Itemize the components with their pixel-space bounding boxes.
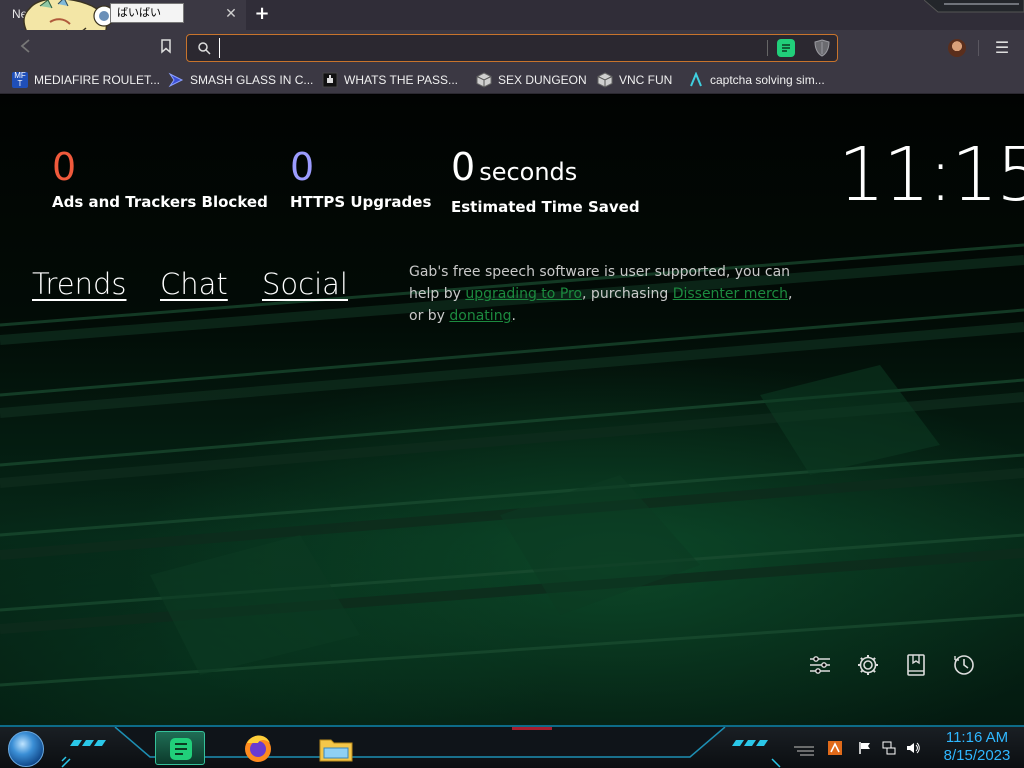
start-button[interactable] (8, 731, 44, 767)
https-upgrades-count: 0 (290, 145, 315, 189)
support-message: Gab's free speech software is user suppo… (409, 261, 809, 327)
menu-hamburger-icon[interactable]: ☰ (994, 39, 1010, 57)
windows-taskbar: 11:16 AM 8/15/2023 (0, 725, 1024, 768)
time-saved-value: 0 seconds (451, 145, 640, 194)
taskbar-date: 8/15/2023 (943, 747, 1011, 764)
history-clock-icon[interactable] (951, 652, 977, 678)
urlbar-divider (767, 40, 768, 56)
new-tab-page: 0 Ads and Trackers Blocked 0 HTTPS Upgra… (0, 95, 1024, 725)
address-bar[interactable] (186, 34, 838, 62)
bookmarks-book-icon[interactable] (903, 652, 929, 678)
bookmark-label: SEX DUNGEON (498, 73, 587, 87)
bookmark-item-captcha[interactable]: captcha solving sim... (688, 70, 825, 90)
chat-link[interactable]: Chat (160, 267, 228, 301)
stat-ads-blocked: 0 Ads and Trackers Blocked (52, 145, 268, 211)
taskbar-clock[interactable]: 11:16 AM 8/15/2023 (934, 729, 1020, 765)
upgrade-pro-link[interactable]: upgrading to Pro (465, 286, 582, 302)
bookmark-label: captcha solving sim... (710, 73, 825, 87)
bookmark-item-whats-the-pass[interactable]: WHATS THE PASS... (322, 70, 458, 90)
donating-link[interactable]: donating (449, 308, 511, 324)
lambda-icon (690, 72, 702, 87)
window-frame-decoration (924, 0, 1024, 13)
folder-icon (319, 739, 353, 762)
taskbar-app-gab-chat[interactable] (155, 731, 205, 765)
gab-chat-icon (170, 738, 192, 760)
https-upgrades-label: HTTPS Upgrades (290, 193, 432, 211)
url-input[interactable] (219, 38, 749, 58)
bookmark-label: WHATS THE PASS... (344, 73, 459, 87)
page-clock: 11:15 (838, 132, 1024, 218)
stat-https-upgrades: 0 HTTPS Upgrades (290, 145, 431, 211)
brave-shield-icon[interactable] (814, 39, 830, 57)
support-text-4: . (511, 308, 516, 324)
bookmark-label: VNC FUN (619, 73, 673, 87)
toolbar-divider (978, 40, 979, 56)
tab-close-icon[interactable]: ✕ (222, 5, 240, 23)
mediafire-icon: MF T (12, 72, 28, 88)
back-arrow-icon[interactable] (16, 38, 36, 58)
customize-sliders-icon[interactable] (807, 652, 833, 678)
smash-glass-icon (168, 72, 184, 88)
tab-hover-tooltip: ばいばい (110, 3, 184, 23)
bookmark-icon[interactable] (156, 38, 176, 58)
time-saved-label: Estimated Time Saved (451, 198, 640, 216)
cube-icon (476, 72, 492, 88)
time-saved-unit: seconds (479, 158, 578, 186)
ads-blocked-count: 0 (52, 145, 77, 189)
bookmark-item-vnc-fun[interactable]: VNC FUN (597, 70, 672, 90)
taskbar-app-file-explorer[interactable] (316, 731, 356, 765)
dissenter-merch-link[interactable]: Dissenter merch (673, 286, 788, 302)
robot-icon (322, 72, 338, 88)
bookmarks-bar: MF T MEDIAFIRE ROULET... SMASH GLASS IN C… (0, 66, 1024, 94)
time-saved-count: 0 (451, 145, 476, 189)
taskbar-time: 11:16 AM (945, 729, 1009, 746)
bookmark-label: MEDIAFIRE ROULET... (34, 73, 161, 87)
settings-gear-icon[interactable] (855, 652, 881, 678)
network-icon[interactable] (882, 741, 896, 755)
gab-extension-icon[interactable] (777, 39, 795, 57)
bookmark-item-mediafire[interactable]: MF T MEDIAFIRE ROULET... (12, 70, 160, 90)
support-text-2: , purchasing (582, 286, 673, 302)
social-link[interactable]: Social (262, 267, 348, 301)
bookmark-item-smash-glass[interactable]: SMASH GLASS IN C... (168, 70, 313, 90)
search-icon (198, 42, 211, 55)
firefox-icon (245, 735, 271, 762)
profile-avatar[interactable] (948, 39, 966, 57)
cube-icon (597, 72, 613, 88)
bookmark-item-sex-dungeon[interactable]: SEX DUNGEON (476, 70, 587, 90)
trends-link[interactable]: Trends (32, 267, 126, 301)
bookmark-label: SMASH GLASS IN C... (190, 73, 314, 87)
ads-blocked-label: Ads and Trackers Blocked (52, 193, 268, 211)
taskbar-app-firefox[interactable] (238, 731, 278, 765)
stat-time-saved: 0 seconds Estimated Time Saved (451, 145, 640, 216)
tray-app-icon[interactable] (828, 741, 842, 755)
volume-icon[interactable] (906, 741, 920, 755)
action-center-flag-icon[interactable] (858, 741, 872, 755)
new-tab-button[interactable]: + (252, 4, 272, 24)
browser-toolbar: ☰ (0, 30, 1024, 66)
